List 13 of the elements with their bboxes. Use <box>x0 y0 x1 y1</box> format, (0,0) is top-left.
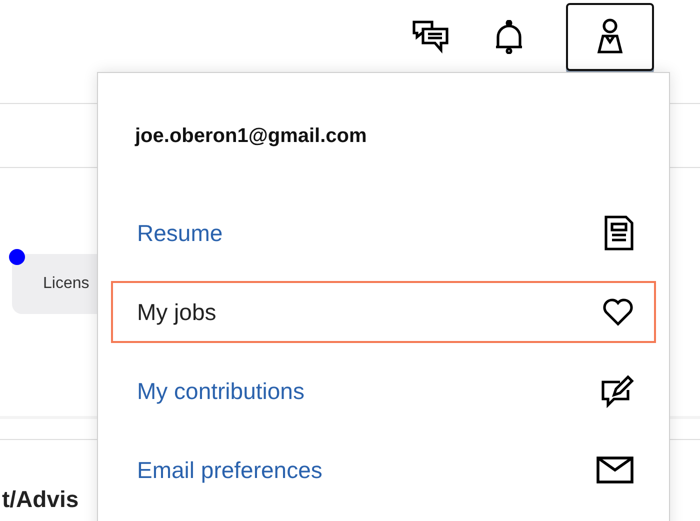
account-button[interactable] <box>566 3 654 71</box>
comment-edit-icon <box>600 374 634 408</box>
section-heading: t/Advis <box>2 486 80 513</box>
envelope-icon <box>596 456 634 484</box>
user-icon <box>595 18 625 56</box>
account-email: joe.oberon1@gmail.com <box>135 125 368 148</box>
heart-icon <box>602 298 634 326</box>
menu-item[interactable]: My jobs <box>111 281 656 343</box>
menu-item[interactable]: Email preferences <box>111 439 656 501</box>
bell-icon[interactable] <box>494 20 524 54</box>
chat-icon[interactable] <box>412 20 450 54</box>
document-icon <box>604 215 634 251</box>
menu-item[interactable]: My contributions <box>111 360 656 422</box>
